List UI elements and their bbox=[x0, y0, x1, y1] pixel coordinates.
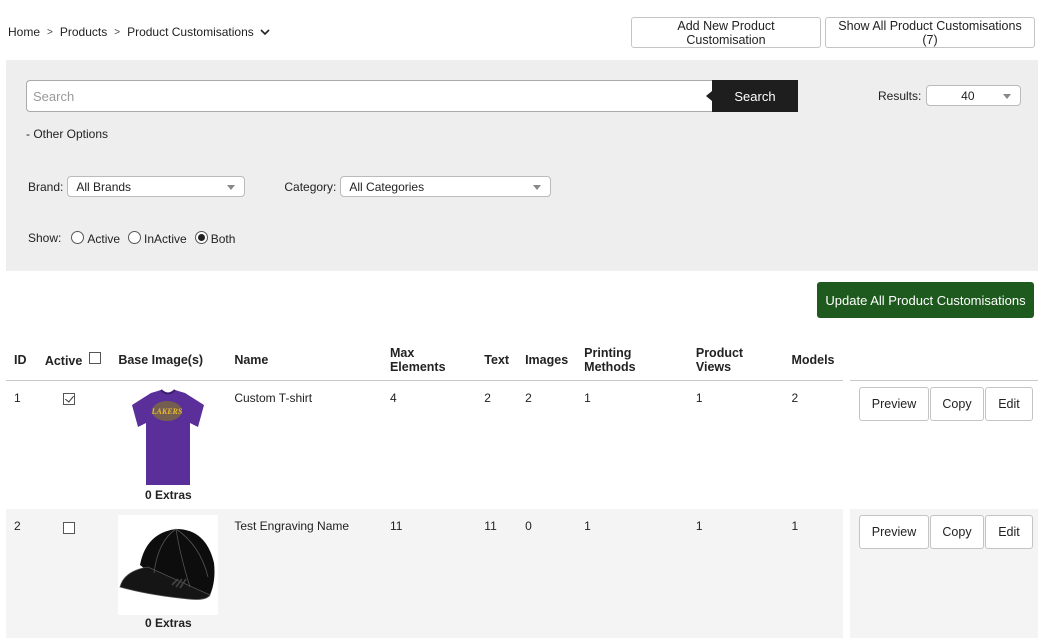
breadcrumb-home[interactable]: Home bbox=[8, 25, 40, 39]
cell-product-views: 1 bbox=[695, 390, 703, 405]
radio-inactive-label[interactable]: InActive bbox=[144, 232, 187, 246]
cell-printing-methods: 1 bbox=[584, 390, 591, 405]
active-checkbox[interactable] bbox=[62, 521, 75, 534]
cell-base-image: LAKERS 0 Extras bbox=[110, 380, 226, 509]
col-header-actions bbox=[850, 340, 1038, 381]
search-input[interactable] bbox=[26, 80, 712, 112]
col-header-id[interactable]: ID bbox=[6, 340, 37, 381]
brand-select[interactable]: All Brands bbox=[67, 176, 246, 197]
active-checkbox[interactable] bbox=[62, 393, 75, 406]
cell-actions: Preview Copy Edit bbox=[850, 380, 1038, 509]
cell-models: 1 bbox=[783, 509, 843, 638]
category-label: Category: bbox=[284, 179, 337, 194]
cell-actions: Preview Copy Edit bbox=[850, 509, 1038, 638]
cell-product-views: 1 bbox=[687, 509, 784, 638]
row-gap bbox=[842, 380, 850, 509]
other-options-toggle[interactable]: - Other Options bbox=[26, 127, 108, 141]
show-filter-row: Show: Active InActive Both bbox=[28, 229, 243, 247]
cell-active bbox=[36, 509, 111, 638]
breadcrumb-separator: > bbox=[114, 26, 121, 38]
cell-max-elements: 4 bbox=[389, 390, 397, 405]
extras-count: 0 Extras bbox=[144, 616, 192, 630]
header-gap bbox=[843, 340, 850, 380]
cell-max-elements: 11 bbox=[381, 509, 477, 638]
results-value: 40 bbox=[961, 88, 975, 103]
results-per-page: Results: 40 bbox=[878, 85, 1022, 106]
preview-button[interactable]: Preview bbox=[859, 515, 929, 549]
cell-images: 2 bbox=[525, 390, 532, 405]
breadcrumb-product-customisations[interactable]: Product Customisations bbox=[127, 25, 254, 39]
cell-name: Test Engraving Name bbox=[226, 509, 382, 638]
col-header-text[interactable]: Text bbox=[476, 340, 518, 381]
col-header-base-images: Base Image(s) bbox=[110, 340, 227, 381]
table-row: 2 0 Extras Test Engraving Name 11 11 0 1… bbox=[6, 509, 1038, 638]
cell-name: Custom T-shirt bbox=[234, 390, 313, 405]
row-gap bbox=[842, 509, 850, 638]
col-header-printing-methods[interactable]: Printing Methods bbox=[576, 340, 688, 381]
col-header-images[interactable]: Images bbox=[517, 340, 577, 381]
breadcrumb-products[interactable]: Products bbox=[60, 25, 107, 39]
tshirt-thumbnail-icon[interactable]: LAKERS bbox=[118, 386, 219, 487]
brand-value: All Brands bbox=[76, 179, 132, 194]
cell-text: 11 bbox=[476, 509, 518, 638]
cell-base-image: 0 Extras bbox=[110, 509, 227, 638]
brand-category-row: Brand: All Brands Category: All Categori… bbox=[28, 176, 552, 197]
chevron-down-icon[interactable] bbox=[260, 27, 270, 37]
copy-button[interactable]: Copy bbox=[930, 386, 984, 421]
col-header-models[interactable]: Models bbox=[783, 340, 843, 381]
update-all-product-customisations-button[interactable]: Update All Product Customisations bbox=[817, 282, 1034, 318]
col-header-max-elements[interactable]: Max Elements bbox=[381, 340, 477, 381]
cell-id: 2 bbox=[6, 509, 37, 638]
cell-models: 2 bbox=[791, 390, 799, 405]
edit-button[interactable]: Edit bbox=[985, 515, 1033, 549]
cell-printing-methods: 1 bbox=[576, 509, 688, 638]
category-value: All Categories bbox=[349, 179, 425, 194]
show-label: Show: bbox=[28, 230, 62, 245]
copy-button[interactable]: Copy bbox=[930, 515, 984, 549]
col-header-active-label: Active bbox=[44, 353, 83, 368]
svg-text:LAKERS: LAKERS bbox=[151, 407, 183, 416]
radio-inactive[interactable] bbox=[128, 231, 142, 244]
col-header-name[interactable]: Name bbox=[226, 340, 382, 381]
table-row: 1 LAKERS 0 Extras Custom T-shirt 4 2 2 1… bbox=[6, 380, 1038, 509]
search-bar: Search bbox=[26, 80, 798, 112]
preview-button[interactable]: Preview bbox=[859, 386, 929, 421]
cell-images: 0 bbox=[517, 509, 577, 638]
brand-label: Brand: bbox=[28, 179, 64, 194]
radio-active-label[interactable]: Active bbox=[87, 232, 120, 246]
extras-count: 0 Extras bbox=[144, 487, 192, 502]
cell-active bbox=[37, 380, 111, 509]
results-select[interactable]: 40 bbox=[926, 85, 1022, 106]
edit-button[interactable]: Edit bbox=[985, 386, 1033, 421]
add-new-product-customisation-button[interactable]: Add New Product Customisation bbox=[631, 17, 821, 48]
table-header-row: ID Active Base Image(s) Name Max Element… bbox=[6, 340, 1038, 381]
cap-thumbnail-icon[interactable] bbox=[118, 515, 219, 615]
category-select[interactable]: All Categories bbox=[340, 176, 552, 197]
dropdown-arrow-icon bbox=[1003, 94, 1012, 99]
select-all-active-checkbox[interactable] bbox=[88, 351, 101, 364]
results-label: Results: bbox=[878, 88, 922, 103]
show-all-product-customisations-button[interactable]: Show All Product Customisations (7) bbox=[825, 17, 1035, 48]
breadcrumb-separator: > bbox=[47, 26, 53, 38]
filter-panel: Search Results: 40 - Other Options Brand… bbox=[6, 60, 1038, 271]
dropdown-arrow-icon bbox=[533, 185, 542, 190]
search-button[interactable]: Search bbox=[706, 80, 798, 112]
cell-text: 2 bbox=[484, 390, 491, 405]
cell-id: 1 bbox=[14, 390, 21, 405]
radio-both-label[interactable]: Both bbox=[211, 232, 236, 246]
col-header-active: Active bbox=[36, 340, 111, 381]
product-customisations-table: ID Active Base Image(s) Name Max Element… bbox=[6, 340, 1038, 638]
dropdown-arrow-icon bbox=[227, 185, 236, 190]
col-header-product-views[interactable]: Product Views bbox=[687, 340, 784, 381]
breadcrumb: Home > Products > Product Customisations bbox=[8, 25, 270, 39]
radio-active[interactable] bbox=[71, 231, 85, 244]
radio-both[interactable] bbox=[194, 231, 208, 244]
